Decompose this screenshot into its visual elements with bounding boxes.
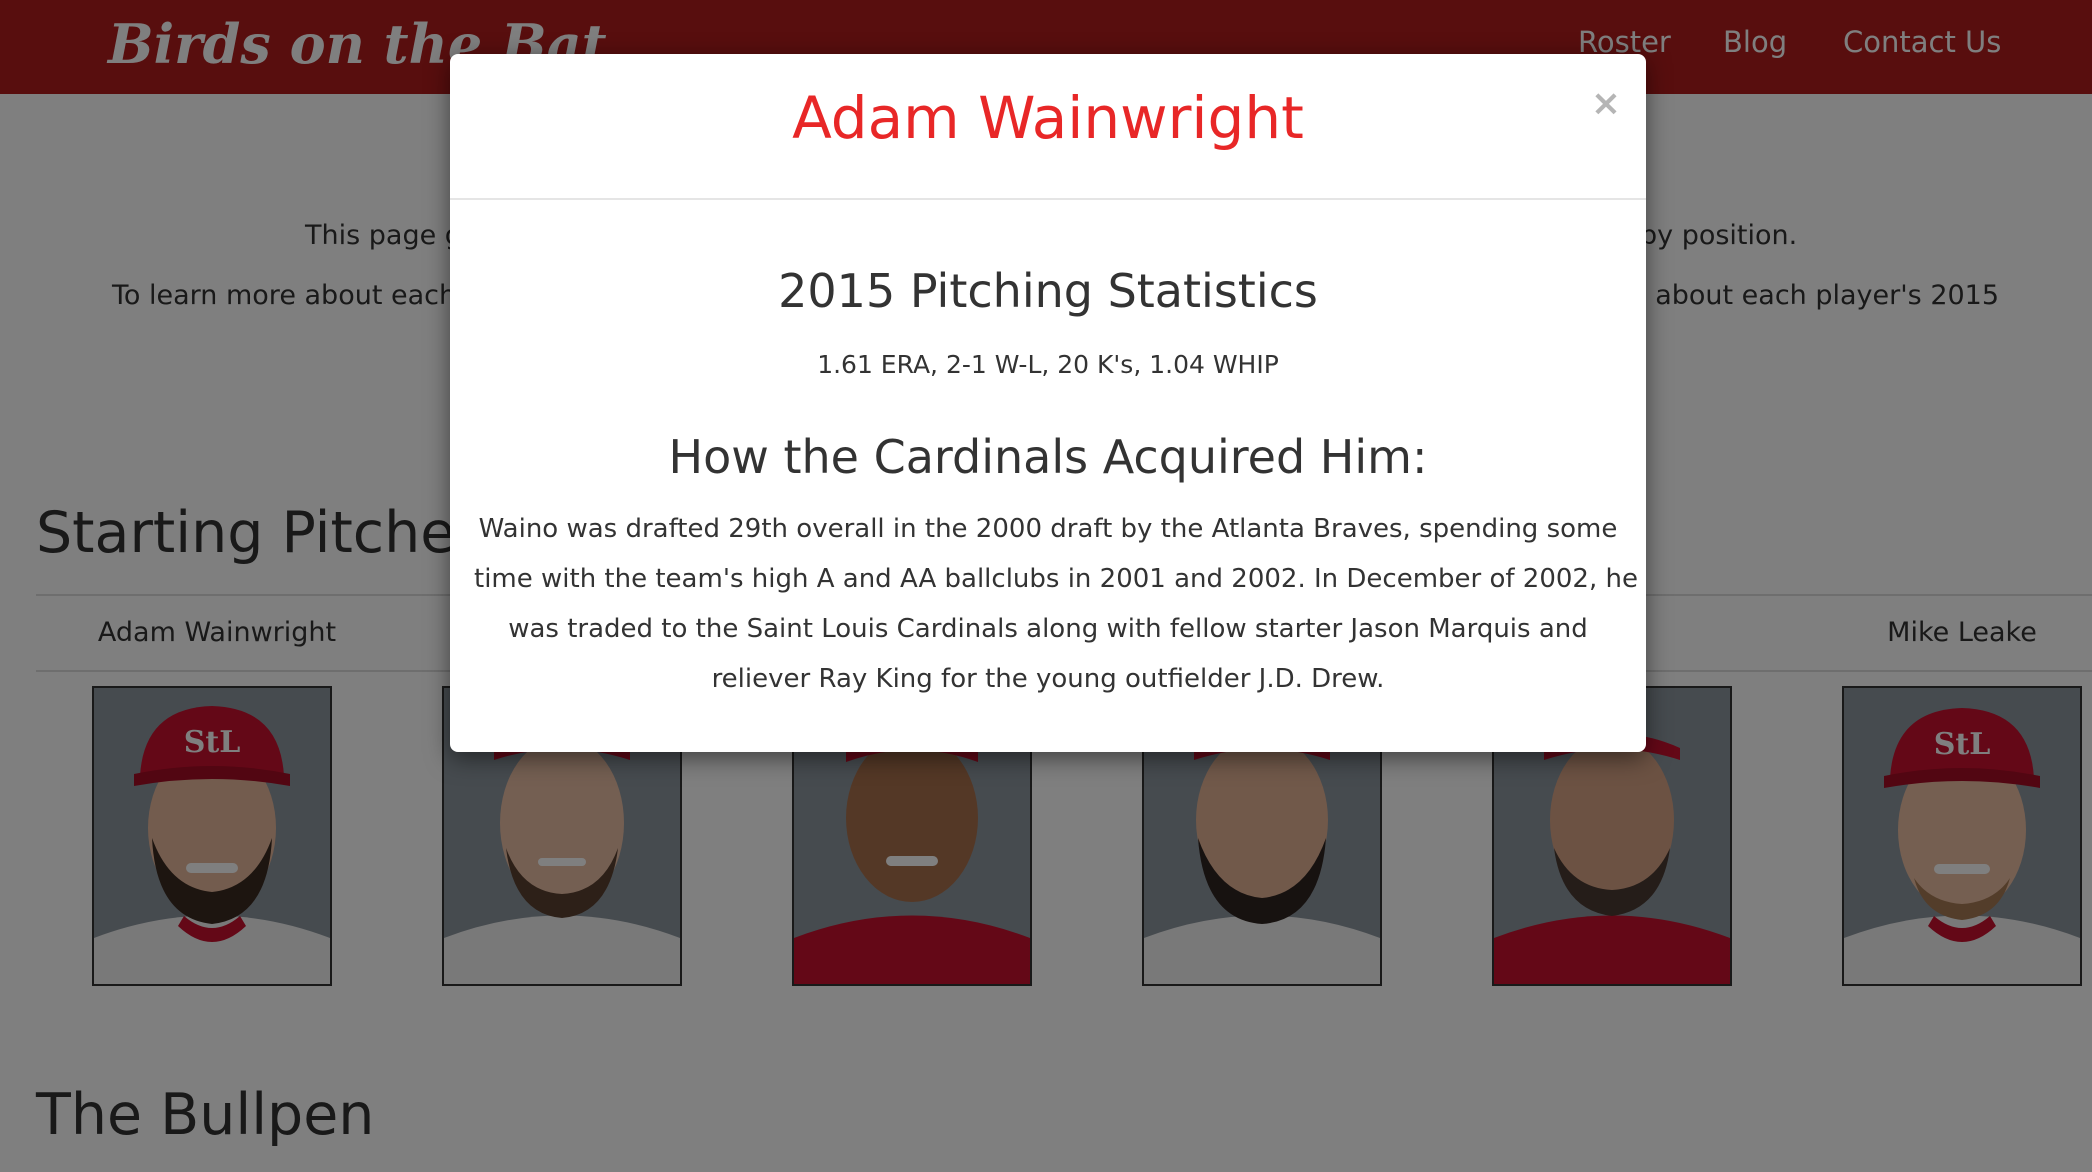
modal-header: Adam Wainwright ×	[450, 54, 1646, 200]
acquired-text: Waino was drafted 29th overall in the 20…	[474, 504, 1638, 704]
player-modal: Adam Wainwright × 2015 Pitching Statisti…	[450, 54, 1646, 752]
acquired-line: was traded to the Saint Louis Cardinals …	[508, 614, 1588, 644]
acquired-line: reliever Ray King for the young outfield…	[711, 664, 1385, 694]
stats-line: 1.61 ERA, 2-1 W-L, 20 K's, 1.04 WHIP	[817, 350, 1279, 379]
acquired-line: Waino was drafted 29th overall in the 20…	[478, 514, 1618, 544]
acquired-heading: How the Cardinals Acquired Him:	[668, 430, 1428, 484]
close-icon[interactable]: ×	[1586, 84, 1626, 124]
acquired-line: time with the team's high A and AA ballc…	[474, 564, 1638, 594]
stats-heading: 2015 Pitching Statistics	[778, 264, 1318, 318]
page: Birds on the Bat Roster Blog Contact Us …	[0, 0, 2092, 1172]
modal-title: Adam Wainwright	[792, 84, 1304, 152]
